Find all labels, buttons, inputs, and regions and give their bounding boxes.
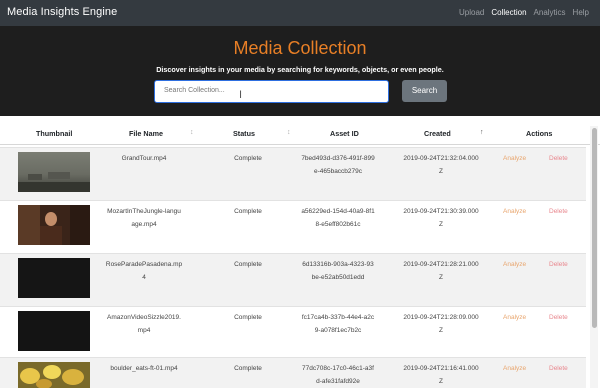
analyze-link[interactable]: Analyze — [503, 362, 526, 375]
sort-file-name-icon[interactable]: ↕ — [190, 129, 194, 136]
video-thumbnail[interactable] — [18, 258, 90, 298]
table-row: AmazonVideoSizzle2019. mp4 Complete fc17… — [0, 306, 586, 359]
delete-link[interactable]: Delete — [549, 258, 568, 271]
nav-link-help[interactable]: Help — [573, 8, 589, 17]
file-name-cell: RoseParadePasadena.mp 4 — [105, 261, 183, 281]
nav-link-analytics[interactable]: Analytics — [534, 8, 566, 17]
search-button[interactable]: Search — [402, 80, 447, 102]
top-navbar: Media Insights Engine Upload Collection … — [0, 0, 600, 26]
header-created[interactable]: Created — [424, 129, 451, 138]
created-cell: 2019-09-24T21:16:41.000 Z — [403, 365, 479, 385]
status-cell: Complete — [234, 314, 262, 321]
analyze-link[interactable]: Analyze — [503, 152, 526, 165]
file-name-cell: GrandTour.mp4 — [121, 155, 167, 162]
created-cell: 2019-09-24T21:32:04.000 Z — [403, 155, 479, 175]
search-input[interactable]: Search Collection... I — [154, 80, 389, 103]
sort-created-icon[interactable]: ↑ — [480, 129, 484, 136]
analyze-link[interactable]: Analyze — [503, 311, 526, 324]
created-cell: 2019-09-24T21:30:39.000 Z — [403, 208, 479, 228]
thumbnail-image — [18, 258, 90, 298]
thumbnail-image — [18, 362, 90, 388]
asset-id-cell: a56229ed-154d-40a9-8f1 8-e5eff802b61c — [301, 208, 375, 228]
file-name-cell: boulder_eats-ft-01.mp4 — [110, 365, 178, 372]
analyze-link[interactable]: Analyze — [503, 205, 526, 218]
thumbnail-image — [18, 152, 90, 192]
table-row: MozartInTheJungle-langu age.mp4 Complete… — [0, 200, 586, 253]
asset-id-cell: 7bed493d-d376-491f-899 e-465baccb279c — [301, 155, 375, 175]
table-header: Thumbnail File Name ↕ Status ↕ Asset ID … — [0, 125, 600, 145]
delete-link[interactable]: Delete — [549, 311, 568, 324]
delete-link[interactable]: Delete — [549, 205, 568, 218]
asset-id-cell: 77dc708c-17c0-46c1-a3f d-afe31fafd92e — [302, 365, 374, 385]
asset-id-cell: 6d13316b-903a-4323-93 be-e52ab50d1edd — [302, 261, 374, 281]
text-cursor-icon: I — [239, 89, 243, 101]
file-name-cell: AmazonVideoSizzle2019. mp4 — [107, 314, 181, 334]
page-subtitle: Discover insights in your media by searc… — [156, 65, 444, 74]
search-placeholder: Search Collection... — [164, 87, 225, 94]
header-file-name[interactable]: File Name — [129, 129, 163, 138]
thumbnail-image — [18, 311, 90, 351]
status-cell: Complete — [234, 208, 262, 215]
asset-id-cell: fc17ca4b-337b-44e4-a2c 9-a078f1ec7b2c — [301, 314, 375, 334]
table-row: boulder_eats-ft-01.mp4 Complete 77dc708c… — [0, 357, 586, 388]
nav-link-collection[interactable]: Collection — [491, 8, 526, 17]
created-cell: 2019-09-24T21:28:21.000 Z — [403, 261, 479, 281]
sort-status-icon[interactable]: ↕ — [287, 129, 291, 136]
header-asset-id: Asset ID — [330, 129, 359, 138]
table-row: GrandTour.mp4 Complete 7bed493d-d376-491… — [0, 147, 586, 200]
page-title: Media Collection — [233, 38, 367, 58]
nav-links: Upload Collection Analytics Help — [459, 8, 589, 17]
brand-title[interactable]: Media Insights Engine — [7, 6, 117, 18]
video-thumbnail[interactable] — [18, 362, 90, 388]
table-row: RoseParadePasadena.mp 4 Complete 6d13316… — [0, 253, 586, 306]
file-name-cell: MozartInTheJungle-langu age.mp4 — [107, 208, 181, 228]
video-thumbnail[interactable] — [18, 311, 90, 351]
status-cell: Complete — [234, 365, 262, 372]
scrollbar-thumb[interactable] — [592, 128, 597, 328]
thumbnail-image — [18, 205, 90, 245]
video-thumbnail[interactable] — [18, 205, 90, 245]
delete-link[interactable]: Delete — [549, 362, 568, 375]
delete-link[interactable]: Delete — [549, 152, 568, 165]
nav-link-upload[interactable]: Upload — [459, 8, 484, 17]
created-cell: 2019-09-24T21:28:09.000 Z — [403, 314, 479, 334]
video-thumbnail[interactable] — [18, 152, 90, 192]
header-status[interactable]: Status — [233, 129, 255, 138]
analyze-link[interactable]: Analyze — [503, 258, 526, 271]
status-cell: Complete — [234, 261, 262, 268]
header-thumbnail: Thumbnail — [36, 129, 73, 138]
header-actions: Actions — [526, 129, 553, 138]
status-cell: Complete — [234, 155, 262, 162]
